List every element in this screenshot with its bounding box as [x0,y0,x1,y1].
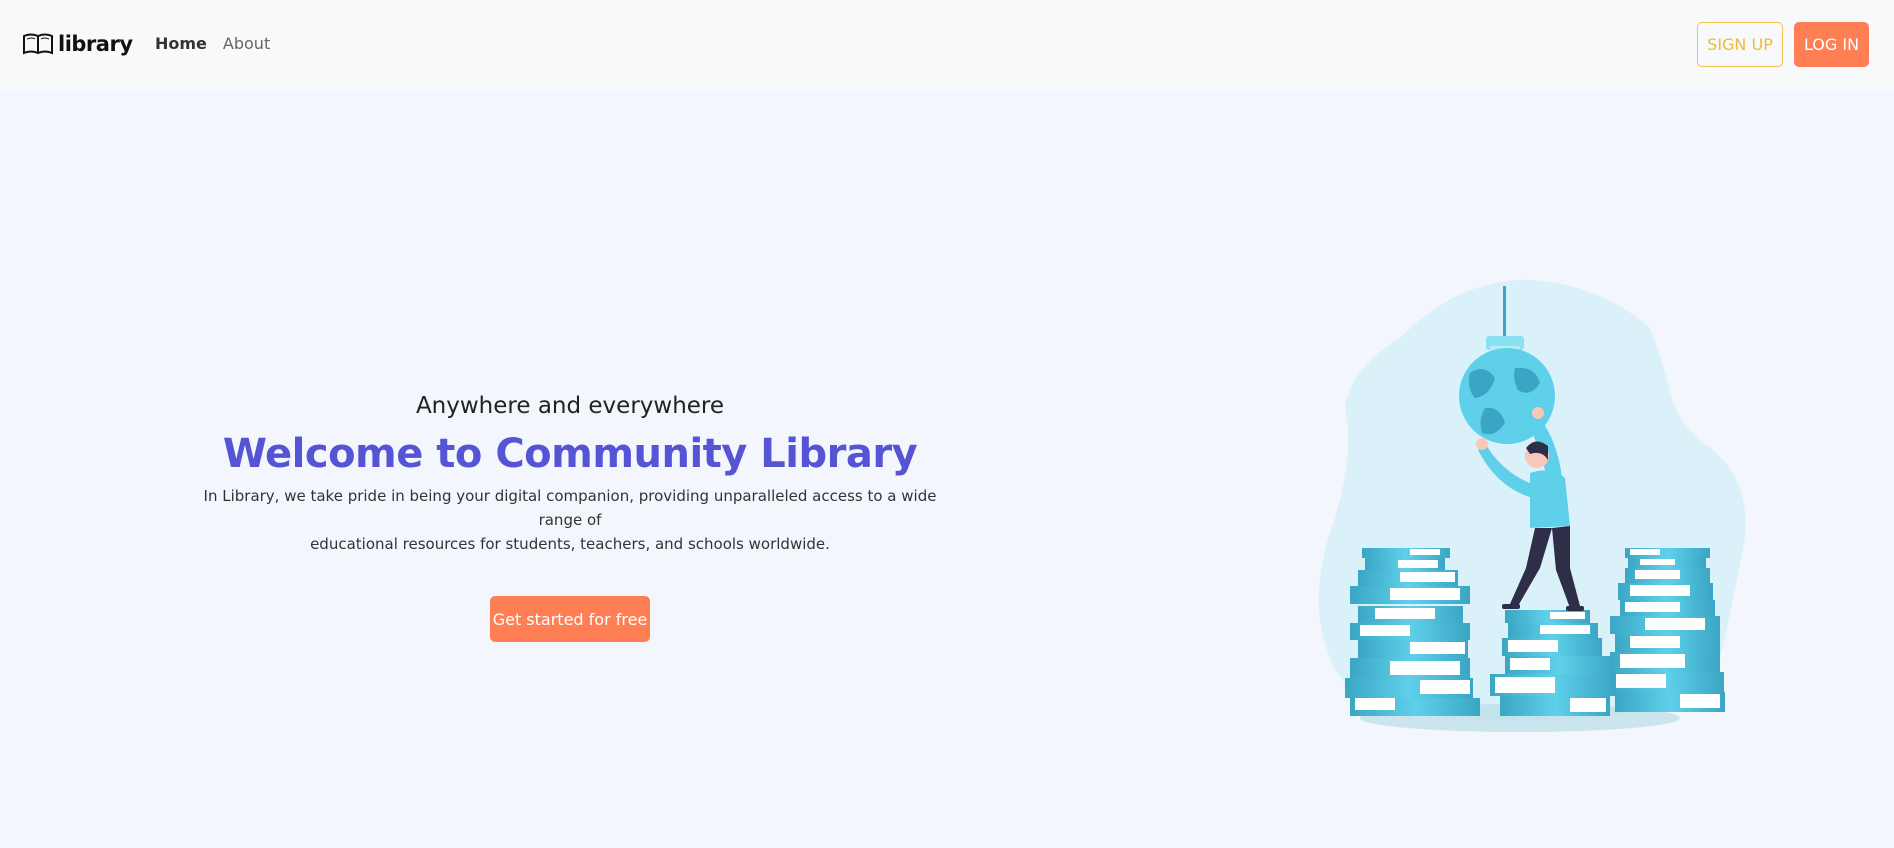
get-started-button[interactable]: Get started for free [490,596,650,642]
open-book-icon [22,32,54,56]
book-stack-right [1610,548,1725,712]
brand-name: library [58,32,133,56]
hero-subtitle: Anywhere and everywhere [415,393,725,419]
hero-section: Anywhere and everywhere Welcome to Commu… [190,390,950,642]
login-button[interactable]: LOG IN [1794,22,1869,67]
hero-description: In Library, we take pride in being your … [190,484,950,556]
nav-link-about[interactable]: About [223,34,270,53]
nav-links: Home About [155,34,270,53]
hero-description-line-1: In Library, we take pride in being your … [203,487,937,529]
hero-description-line-2: educational resources for students, teac… [310,535,830,553]
person-holding-globe-on-books-illustration [1318,279,1746,732]
hero-title: Welcome to Community Library [222,431,918,477]
book-stack-middle [1490,610,1615,716]
nav-link-home[interactable]: Home [155,34,207,53]
brand-logo[interactable]: library [22,28,133,60]
hero-illustration [1290,278,1760,738]
signup-button[interactable]: SIGN UP [1697,22,1783,67]
navbar: library Home About SIGN UP LOG IN [0,0,1894,90]
